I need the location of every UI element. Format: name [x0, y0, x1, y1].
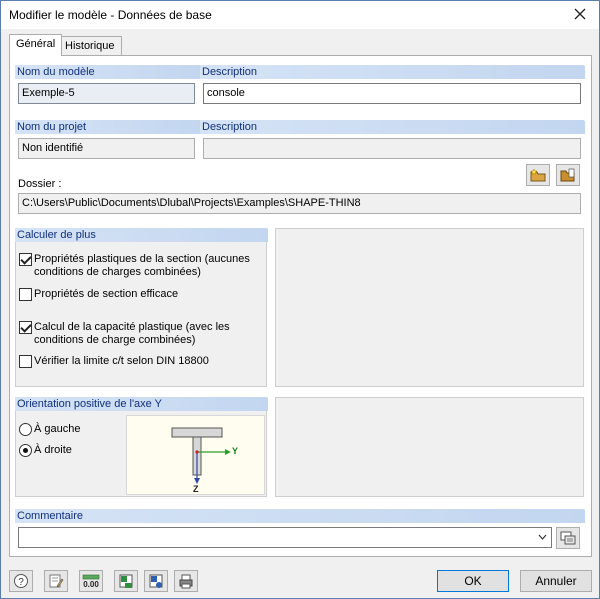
ct-limit-line1: Vérifier la limite c/t selon DIN 18800: [34, 355, 209, 367]
model-name-header-label: Nom du modèle: [17, 66, 95, 78]
export-excel-button[interactable]: [114, 570, 138, 592]
project-description-header: Description: [200, 120, 585, 134]
edit-icon: [49, 574, 64, 588]
plastic-properties-checkbox[interactable]: [19, 253, 32, 266]
axis-orientation-preview: Y Z: [126, 415, 265, 495]
project-name-value: Non identifié: [22, 142, 84, 154]
edit-button[interactable]: [44, 570, 68, 592]
open-folder-button[interactable]: [556, 164, 580, 186]
plastic-capacity-line2: conditions de charge combinées): [34, 334, 196, 346]
print-icon: [179, 574, 193, 589]
units-decimals-button[interactable]: 0.00: [79, 570, 103, 592]
y-axis-label: Y: [232, 446, 239, 456]
folder-path-value: C:\Users\Public\Documents\Dlubal\Project…: [22, 197, 361, 209]
close-button[interactable]: [565, 3, 595, 25]
project-name-header-label: Nom du projet: [17, 121, 87, 133]
window-title: Modifier le modèle - Données de base: [9, 8, 212, 22]
tab-history[interactable]: Historique: [58, 36, 122, 56]
cancel-button-label: Annuler: [535, 574, 577, 588]
model-name-header: Nom du modèle: [15, 65, 201, 79]
project-description-header-label: Description: [202, 121, 258, 133]
model-description-header-label: Description: [202, 66, 258, 78]
export-excel-icon: [119, 574, 133, 588]
model-name-value: Exemple-5: [22, 87, 75, 99]
info-document-icon: [149, 574, 163, 588]
tab-general[interactable]: Général: [9, 34, 63, 56]
orientation-header: Orientation positive de l'axe Y: [15, 397, 268, 411]
plastic-capacity-line1: Calcul de la capacité plastique (avec le…: [34, 321, 230, 333]
tab-general-label: Général: [16, 38, 56, 50]
dialog-window: Modifier le modèle - Données de base Gén…: [0, 0, 600, 599]
calc-header-label: Calculer de plus: [17, 229, 96, 241]
cancel-button[interactable]: Annuler: [520, 570, 592, 592]
model-description-field[interactable]: console: [203, 83, 581, 104]
model-name-field[interactable]: Exemple-5: [18, 83, 195, 104]
comment-library-button[interactable]: [556, 527, 580, 549]
effective-section-line1: Propriétés de section efficace: [34, 288, 179, 300]
ct-limit-checkbox[interactable]: [19, 355, 32, 368]
plastic-properties-line2: conditions de charges combinées): [34, 266, 201, 278]
orientation-left-radio[interactable]: [19, 423, 32, 436]
open-folder-icon: [560, 168, 575, 182]
new-folder-button[interactable]: [526, 164, 550, 186]
tab-history-label: Historique: [65, 40, 115, 52]
comment-header-label: Commentaire: [17, 510, 84, 522]
comment-header: Commentaire: [15, 509, 585, 523]
project-description-field[interactable]: [203, 138, 581, 159]
model-description-value: console: [207, 87, 245, 99]
plastic-properties-label: Propriétés plastiques de la section (auc…: [34, 253, 250, 279]
folder-label: Dossier :: [18, 178, 62, 190]
z-axis-label: Z: [193, 484, 199, 494]
units-decimals-icon: 0.00: [82, 574, 99, 589]
title-bar: Modifier le modèle - Données de base: [1, 1, 599, 29]
new-folder-icon: [530, 168, 546, 182]
folder-path-field[interactable]: C:\Users\Public\Documents\Dlubal\Project…: [18, 193, 581, 214]
print-button[interactable]: [174, 570, 198, 592]
orientation-header-label: Orientation positive de l'axe Y: [17, 398, 162, 410]
effective-section-label: Propriétés de section efficace: [34, 288, 178, 301]
close-icon: [574, 8, 586, 20]
ct-limit-label: Vérifier la limite c/t selon DIN 18800: [34, 355, 209, 368]
comment-library-icon: [560, 531, 576, 545]
calc-info-panel: [275, 228, 584, 387]
effective-section-checkbox[interactable]: [19, 288, 32, 301]
orientation-right-label: À droite: [34, 444, 72, 456]
help-icon: ?: [14, 574, 28, 588]
plastic-capacity-label: Calcul de la capacité plastique (avec le…: [34, 321, 230, 347]
comment-field[interactable]: [18, 527, 552, 548]
project-name-header: Nom du projet: [15, 120, 201, 134]
help-button[interactable]: ?: [9, 570, 33, 592]
calc-header: Calculer de plus: [15, 228, 268, 242]
orientation-left-label: À gauche: [34, 423, 81, 435]
model-description-header: Description: [200, 65, 585, 79]
chevron-down-icon: [538, 534, 547, 540]
plastic-properties-line1: Propriétés plastiques de la section (auc…: [34, 253, 250, 265]
svg-text:0.00: 0.00: [83, 580, 99, 589]
ok-button-label: OK: [464, 574, 482, 588]
svg-text:?: ?: [18, 577, 24, 588]
orientation-right-radio[interactable]: [19, 444, 32, 457]
info-document-button[interactable]: [144, 570, 168, 592]
plastic-capacity-checkbox[interactable]: [19, 321, 32, 334]
ok-button[interactable]: OK: [437, 570, 509, 592]
orientation-info-panel: [275, 397, 584, 497]
project-name-field[interactable]: Non identifié: [18, 138, 195, 159]
